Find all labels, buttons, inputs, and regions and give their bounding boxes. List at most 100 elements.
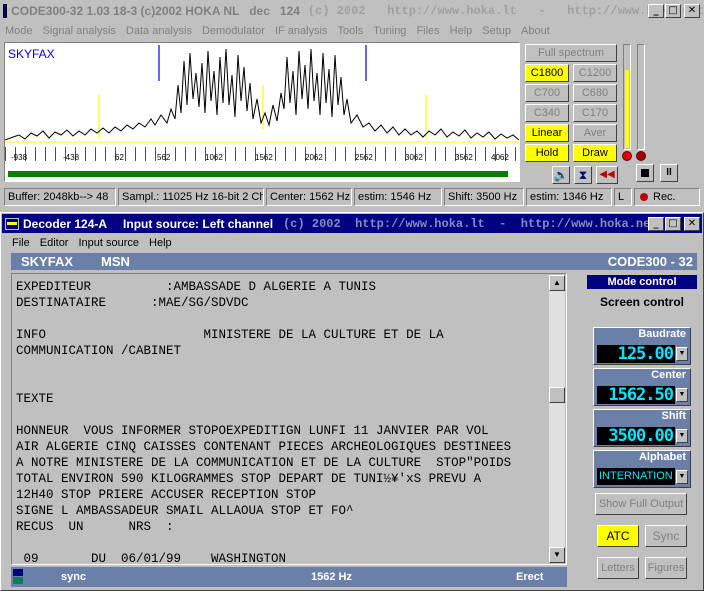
output-line: DESTINATAIRE :MAE/SG/SDVDC bbox=[16, 296, 249, 310]
center-label: Center bbox=[651, 369, 686, 381]
hold-button[interactable]: Hold bbox=[525, 144, 569, 162]
speaker-icon[interactable]: 🔈 bbox=[552, 166, 570, 184]
header-product-label: CODE300 - 32 bbox=[607, 254, 693, 269]
main-title-watermark: (c) 2002 http://www.hoka.lt - http://www… bbox=[307, 4, 704, 18]
center-value[interactable]: 1562.50 bbox=[597, 386, 675, 404]
baudrate-value[interactable]: 125.00 bbox=[597, 345, 675, 363]
c700-button[interactable]: C700 bbox=[525, 84, 569, 102]
scrollbar-thumb[interactable] bbox=[549, 387, 565, 403]
atc-button[interactable]: ATC bbox=[597, 525, 639, 547]
status-indicator-top-icon bbox=[13, 569, 23, 576]
c680-button[interactable]: C680 bbox=[573, 84, 617, 102]
figures-button[interactable]: Figures bbox=[645, 557, 687, 579]
scroll-up-icon[interactable]: ▲ bbox=[549, 275, 565, 291]
c170-button[interactable]: C170 bbox=[573, 104, 617, 122]
status-buffer: Buffer: 2048kb--> 48 bbox=[4, 188, 116, 206]
decoder-app-icon bbox=[5, 217, 19, 230]
center-control: Center 1562.50 ▼ bbox=[593, 368, 691, 406]
spectrum-display[interactable]: SKYFAX -938 -438 62 562 1062 1562 2062 2… bbox=[4, 42, 520, 182]
decoder-title: Decoder 124-A bbox=[23, 216, 108, 231]
tick-label: 3562 bbox=[455, 153, 473, 162]
menu-data-analysis[interactable]: Data analysis bbox=[121, 25, 197, 37]
baudrate-dropdown-icon[interactable]: ▼ bbox=[676, 347, 688, 361]
status-estim-2: estim: 1346 Hz bbox=[526, 188, 612, 206]
scroll-down-icon[interactable]: ▼ bbox=[549, 547, 565, 563]
maximize-icon[interactable]: □ bbox=[665, 4, 681, 18]
menu-if-analysis[interactable]: IF analysis bbox=[270, 25, 333, 37]
full-spectrum-button[interactable]: Full spectrum bbox=[525, 44, 617, 62]
main-title-bar: CODE300-32 1.03 18-3 (c)2002 HOKA NL dec… bbox=[0, 1, 704, 21]
menu-file[interactable]: File bbox=[7, 237, 35, 249]
c1200-button[interactable]: C1200 bbox=[573, 64, 617, 82]
show-full-output-button[interactable]: Show Full Output bbox=[595, 493, 687, 515]
output-line: A NOTRE MINISTERE DE LA COMMUNICATION ET… bbox=[16, 456, 512, 470]
status-sampl: Sampl.: 11025 Hz 16-bit 2 Ch bbox=[118, 188, 264, 206]
vertical-scrollbar[interactable]: ▲ ▼ bbox=[549, 275, 565, 563]
linear-button[interactable]: Linear bbox=[525, 124, 569, 142]
rec-led-icon bbox=[640, 193, 648, 201]
aver-button[interactable]: Aver bbox=[573, 124, 617, 142]
menu-editor[interactable]: Editor bbox=[35, 237, 74, 249]
menu-input-source[interactable]: Input source bbox=[73, 237, 144, 249]
decoder-menu: File Editor Input source Help bbox=[7, 233, 307, 253]
alphabet-value[interactable]: INTERNATION bbox=[597, 468, 675, 485]
menu-tuning[interactable]: Tuning bbox=[368, 25, 411, 37]
status-shift: Shift: 3500 Hz bbox=[444, 188, 524, 206]
output-line: RECUS UN NRS : bbox=[16, 520, 174, 534]
tick-label: 2562 bbox=[355, 153, 373, 162]
header-mode-label: SKYFAX bbox=[21, 254, 74, 269]
status-indicator-bottom-icon bbox=[13, 577, 23, 584]
menu-tools[interactable]: Tools bbox=[333, 25, 369, 37]
sync-button[interactable]: Sync bbox=[645, 525, 687, 547]
decoder-window: Decoder 124-A Input source: Left channel… bbox=[0, 212, 704, 591]
tick-label: 1062 bbox=[205, 153, 223, 162]
mode-control-tab[interactable]: Mode control bbox=[587, 275, 697, 289]
menu-mode[interactable]: Mode bbox=[0, 25, 38, 37]
c340-button[interactable]: C340 bbox=[525, 104, 569, 122]
decoder-title-bar: Decoder 124-A Input source: Left channel… bbox=[2, 214, 702, 233]
menu-signal-analysis[interactable]: Signal analysis bbox=[38, 25, 121, 37]
output-line: COMMUNICATION /CABINET bbox=[16, 344, 182, 358]
tick-label: 62 bbox=[115, 153, 124, 162]
shift-control: Shift 3500.00 ▼ bbox=[593, 409, 691, 447]
menu-about[interactable]: About bbox=[516, 25, 555, 37]
decoder-status-bar: sync 1562 Hz Erect bbox=[11, 567, 567, 587]
shift-label: Shift bbox=[661, 410, 686, 422]
pause-icon[interactable]: II bbox=[660, 164, 678, 182]
stop-square bbox=[641, 169, 649, 177]
menu-files[interactable]: Files bbox=[411, 25, 444, 37]
letters-button[interactable]: Letters bbox=[597, 557, 639, 579]
output-line: HONNEUR VOUS INFORMER STOPOEXPEDITIGN LU… bbox=[16, 424, 489, 438]
menu-help-decoder[interactable]: Help bbox=[144, 237, 177, 249]
tick-label: 4062 bbox=[491, 153, 509, 162]
shift-dropdown-icon[interactable]: ▼ bbox=[676, 429, 688, 443]
status-sync: sync bbox=[61, 571, 87, 583]
alphabet-dropdown-icon[interactable]: ▼ bbox=[676, 470, 688, 484]
hourglass-icon[interactable]: ⧗ bbox=[574, 166, 592, 184]
overload-led-left-icon bbox=[622, 151, 632, 161]
main-title: CODE300-32 1.03 18-3 (c)2002 HOKA NL dec… bbox=[11, 4, 300, 18]
output-line: SIGNE L AMBASSADEUR SMAIL ALLAOUA STOP E… bbox=[16, 504, 354, 518]
decoder-output-text[interactable]: EXPEDITEUR :AMBASSADE D ALGERIE A TUNIS … bbox=[11, 273, 567, 565]
decoder-close-icon[interactable]: ✕ bbox=[684, 217, 700, 231]
menu-setup[interactable]: Setup bbox=[477, 25, 516, 37]
center-dropdown-icon[interactable]: ▼ bbox=[676, 388, 688, 402]
menu-demodulator[interactable]: Demodulator bbox=[197, 25, 270, 37]
decoder-maximize-icon[interactable]: □ bbox=[665, 217, 681, 231]
screen-control-tab[interactable]: Screen control bbox=[587, 295, 697, 311]
status-erect: Erect bbox=[516, 571, 544, 583]
decoder-input-source-title: Input source: Left channel bbox=[123, 216, 274, 231]
status-rec: Rec. bbox=[634, 188, 700, 206]
shift-value[interactable]: 3500.00 bbox=[597, 427, 675, 445]
stop-icon[interactable] bbox=[636, 164, 654, 182]
tick-label: 1562 bbox=[255, 153, 273, 162]
app-icon bbox=[3, 4, 8, 18]
decoder-minimize-icon[interactable]: _ bbox=[648, 217, 664, 231]
minimize-icon[interactable]: _ bbox=[648, 4, 664, 18]
c1800-button[interactable]: C1800 bbox=[525, 64, 569, 82]
menu-help[interactable]: Help bbox=[445, 25, 478, 37]
close-icon[interactable]: ✕ bbox=[684, 4, 700, 18]
output-line: 09 DU 06/01/99 WASHINGTON bbox=[16, 552, 287, 565]
draw-button[interactable]: Draw bbox=[573, 144, 617, 162]
rewind-icon[interactable]: ◀◀ bbox=[596, 166, 618, 184]
